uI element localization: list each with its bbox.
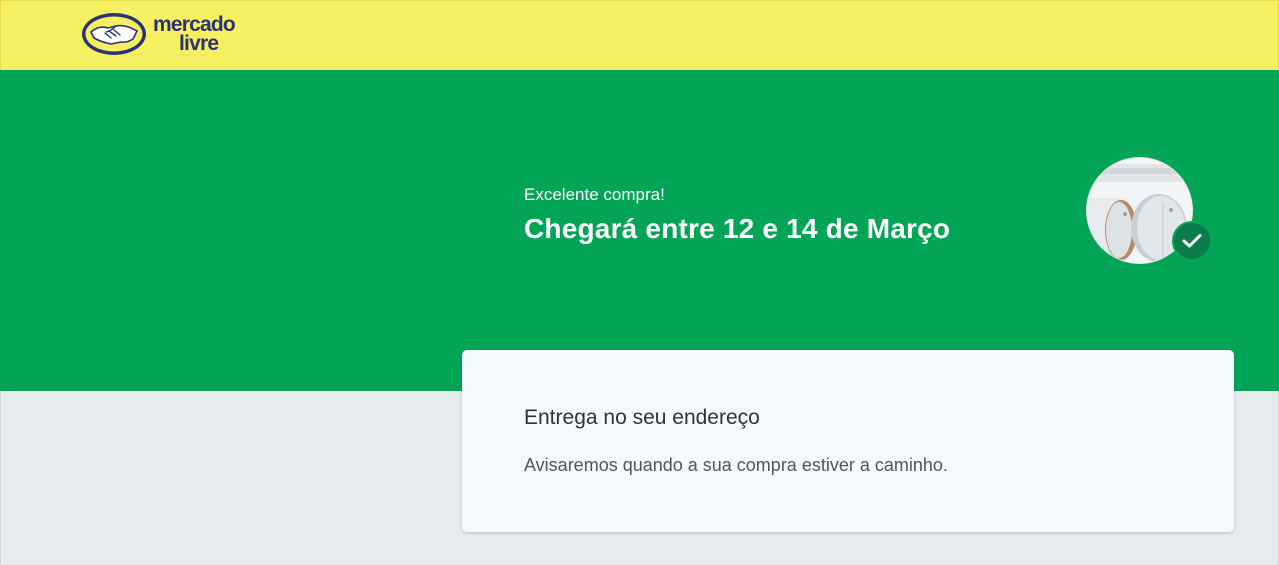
handshake-logo-icon: [82, 13, 146, 55]
check-icon: [1182, 234, 1202, 248]
purchase-confirmation-banner: Excelente compra! Chegará entre 12 e 14 …: [0, 70, 1279, 391]
success-check-badge: [1172, 221, 1212, 261]
logo-line-2: livre: [179, 32, 219, 55]
top-header: mercado livre: [0, 0, 1279, 70]
delivery-card-title: Entrega no seu endereço: [524, 406, 760, 429]
purchase-subtitle: Excelente compra!: [524, 185, 665, 204]
mercado-livre-logo[interactable]: mercado livre: [81, 11, 236, 57]
delivery-info-card: Entrega no seu endereço Avisaremos quand…: [462, 350, 1234, 532]
delivery-estimate-title: Chegará entre 12 e 14 de Março: [524, 213, 951, 244]
logo-wordmark: mercado livre: [153, 14, 236, 55]
delivery-card-description: Avisaremos quando a sua compra estiver a…: [524, 455, 948, 475]
